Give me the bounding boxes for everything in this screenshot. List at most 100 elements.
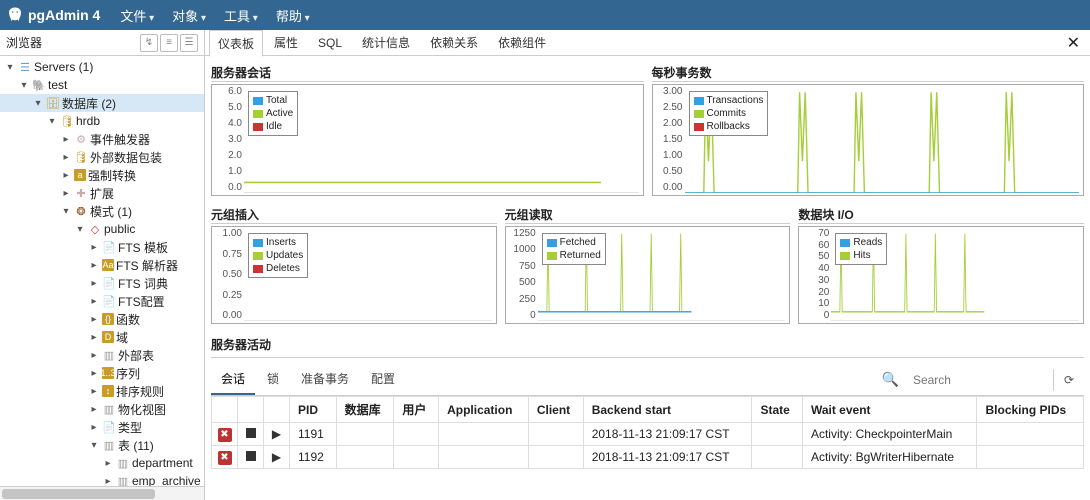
tab-dependents[interactable]: 依赖组件: [489, 29, 555, 56]
tree-node[interactable]: ▸▥department: [0, 454, 204, 472]
tree-toggle-icon[interactable]: ▾: [74, 224, 86, 235]
tree-toggle-icon[interactable]: ▸: [60, 188, 72, 199]
sidebar-refresh-icon[interactable]: ↯: [140, 34, 158, 52]
tree-node[interactable]: ▾🗄数据库 (2): [0, 94, 204, 112]
activity-tab-prepared[interactable]: 准备事务: [291, 364, 359, 395]
tree-toggle-icon[interactable]: ▸: [88, 332, 100, 343]
object-tree[interactable]: ▾☰Servers (1)▾🐘test▾🗄数据库 (2)▾🛢hrdb▸⚙事件触发…: [0, 56, 204, 486]
disk-icon: 🗄: [46, 96, 60, 110]
menu-object[interactable]: 对象: [172, 6, 206, 25]
table-row[interactable]: ✖ ▶ 1191 2018-11-13 21:09:17 CST Activit…: [212, 423, 1084, 446]
chart-card: 数据块 I/O706050403020100ReadsHits: [798, 204, 1084, 324]
grid-header[interactable]: Client: [528, 397, 583, 423]
tree-toggle-icon[interactable]: ▾: [60, 206, 72, 217]
tab-properties[interactable]: 属性: [265, 29, 307, 56]
tree-toggle-icon[interactable]: ▾: [32, 98, 44, 109]
grid-header[interactable]: PID: [290, 397, 337, 423]
activity-tab-sessions[interactable]: 会话: [211, 364, 255, 395]
tree-toggle-icon[interactable]: ▸: [88, 296, 100, 307]
tree-toggle-icon[interactable]: ▾: [46, 116, 58, 127]
tab-dashboard[interactable]: 仪表板: [209, 30, 263, 57]
tree-toggle-icon[interactable]: ▸: [60, 134, 72, 145]
tree-toggle-icon[interactable]: ▸: [88, 350, 100, 361]
tree-node[interactable]: ▾🛢hrdb: [0, 112, 204, 130]
tree-node[interactable]: ▸✚扩展: [0, 184, 204, 202]
tree-toggle-icon[interactable]: ▸: [102, 458, 114, 469]
grid-header[interactable]: [238, 397, 264, 423]
tree-toggle-icon[interactable]: ▾: [18, 80, 30, 91]
stop-icon[interactable]: [246, 428, 256, 438]
tree-node[interactable]: ▾▥表 (11): [0, 436, 204, 454]
tree-toggle-icon[interactable]: ▸: [88, 404, 100, 415]
menu-tools[interactable]: 工具: [224, 6, 258, 25]
activity-search-input[interactable]: [909, 369, 1049, 391]
menu-file[interactable]: 文件: [120, 6, 154, 25]
tree-node[interactable]: ▸📄FTS 词典: [0, 274, 204, 292]
tree-node[interactable]: ▸a强制转换: [0, 166, 204, 184]
tree-toggle-icon[interactable]: ▸: [60, 170, 72, 181]
tree-node[interactable]: ▸D域: [0, 328, 204, 346]
tree-toggle-icon[interactable]: ▸: [88, 314, 100, 325]
grid-header[interactable]: Backend start: [583, 397, 752, 423]
tab-statistics[interactable]: 统计信息: [353, 29, 419, 56]
activity-tabrow: 会话 锁 准备事务 配置 🔍 ⟳: [211, 364, 1084, 396]
tree-toggle-icon[interactable]: ▸: [102, 476, 114, 487]
cell-wait: Activity: BgWriterHibernate: [802, 446, 977, 469]
tree-toggle-icon[interactable]: ▸: [88, 368, 100, 379]
tree-node[interactable]: ▾☰Servers (1): [0, 58, 204, 76]
sidebar-hscroll[interactable]: [0, 486, 204, 500]
tree-toggle-icon[interactable]: ▸: [60, 152, 72, 163]
grid-header[interactable]: [264, 397, 290, 423]
grid-header[interactable]: [212, 397, 238, 423]
close-icon[interactable]: ✕: [1061, 33, 1086, 53]
cancel-icon[interactable]: ✖: [218, 451, 232, 465]
tree-node[interactable]: ▸⚙事件触发器: [0, 130, 204, 148]
tree-node[interactable]: ▸📄FTS配置: [0, 292, 204, 310]
sidebar-filter-icon[interactable]: ☰: [180, 34, 198, 52]
activity-tab-locks[interactable]: 锁: [257, 364, 289, 395]
tree-node[interactable]: ▸{}函数: [0, 310, 204, 328]
tree-toggle-icon[interactable]: ▸: [88, 278, 100, 289]
menu-help[interactable]: 帮助: [276, 6, 310, 25]
tree-node[interactable]: ▾◇public: [0, 220, 204, 238]
table-icon: ▥: [102, 348, 116, 362]
tree-toggle-icon[interactable]: ▸: [88, 242, 100, 253]
tree-node[interactable]: ▾❂模式 (1): [0, 202, 204, 220]
chart-title: 数据块 I/O: [798, 204, 1084, 224]
activity-tab-config[interactable]: 配置: [361, 364, 405, 395]
tree-node[interactable]: ▸📄类型: [0, 418, 204, 436]
tree-node[interactable]: ▸▥外部表: [0, 346, 204, 364]
table-icon: ▥: [102, 402, 116, 416]
grid-header[interactable]: Blocking PIDs: [977, 397, 1084, 423]
tree-node[interactable]: ▸AaFTS 解析器: [0, 256, 204, 274]
grid-header[interactable]: Wait event: [802, 397, 977, 423]
refresh-icon[interactable]: ⟳: [1053, 369, 1084, 391]
tree-toggle-icon[interactable]: ▾: [88, 440, 100, 451]
expand-icon[interactable]: ▶: [270, 450, 284, 464]
tree-toggle-icon[interactable]: ▸: [88, 260, 100, 271]
tree-toggle-icon[interactable]: ▾: [4, 62, 16, 73]
cell-block: [977, 423, 1084, 446]
grid-header[interactable]: 用户: [394, 397, 439, 423]
expand-icon[interactable]: ▶: [270, 427, 284, 441]
tree-node[interactable]: ▸↕排序规则: [0, 382, 204, 400]
tree-toggle-icon[interactable]: ▸: [88, 422, 100, 433]
tree-node[interactable]: ▸📄FTS 模板: [0, 238, 204, 256]
table-row[interactable]: ✖ ▶ 1192 2018-11-13 21:09:17 CST Activit…: [212, 446, 1084, 469]
tree-node[interactable]: ▸🛢外部数据包装: [0, 148, 204, 166]
stop-icon[interactable]: [246, 451, 256, 461]
cancel-icon[interactable]: ✖: [218, 428, 232, 442]
tab-dependencies[interactable]: 依赖关系: [421, 29, 487, 56]
tree-node[interactable]: ▾🐘test: [0, 76, 204, 94]
tree-node[interactable]: ▸▥物化视图: [0, 400, 204, 418]
tree-label: FTS 解析器: [116, 257, 178, 274]
grid-header[interactable]: 数据库: [336, 397, 394, 423]
tree-toggle-icon[interactable]: ▸: [88, 386, 100, 397]
grid-header[interactable]: Application: [439, 397, 529, 423]
tree-label: 外部表: [118, 347, 154, 364]
tab-sql[interactable]: SQL: [309, 31, 351, 55]
sidebar-props-icon[interactable]: ≡: [160, 34, 178, 52]
tree-node[interactable]: ▸1..3序列: [0, 364, 204, 382]
tree-node[interactable]: ▸▥emp_archive: [0, 472, 204, 486]
grid-header[interactable]: State: [752, 397, 803, 423]
